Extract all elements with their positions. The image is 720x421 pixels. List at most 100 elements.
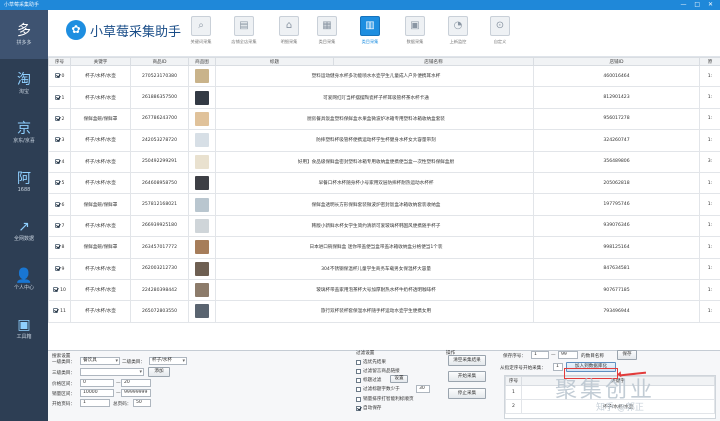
start-page-input[interactable]: 1 <box>80 399 110 407</box>
sidebar: 多拼多多淘淘宝京京东/京喜阿 1688 ↗ 全网数据 👤 个人中心 ▣ 工具箱 <box>0 10 48 421</box>
pdd-icon: 多 <box>17 23 31 39</box>
category1-select[interactable]: 餐饮具 <box>80 357 120 365</box>
toolbox-icon: ▣ <box>17 317 31 333</box>
row-checkbox[interactable] <box>53 308 59 314</box>
sidebar-item-5[interactable]: 👤 个人中心 <box>0 255 48 304</box>
sidebar-item-1[interactable]: 淘淘宝 <box>0 59 48 108</box>
sidebar-item-2[interactable]: 京京东/京喜 <box>0 108 48 157</box>
price-from-input[interactable]: 0 <box>80 379 114 387</box>
column-header[interactable]: 商品图 <box>188 57 216 66</box>
sidebar-item-4[interactable]: ↗ 全网数据 <box>0 206 48 255</box>
column-header[interactable]: 序号 <box>48 57 71 66</box>
row-checkbox[interactable] <box>54 201 60 207</box>
start-from-input[interactable]: 1 <box>553 363 563 371</box>
row-keyword: 杯子/水杯/水壶 <box>70 300 131 323</box>
title-filter-settings-button[interactable]: 设置 <box>390 375 408 383</box>
column-header[interactable]: 原 <box>699 57 720 66</box>
stop-collect-button[interactable]: 停止采集 <box>448 388 486 399</box>
tool-button-3[interactable]: ▦ 类目采集 <box>312 16 342 45</box>
row-checkbox[interactable] <box>54 265 60 271</box>
sidebar-item-label: 1688 <box>17 186 31 193</box>
row-checkbox[interactable] <box>53 287 59 293</box>
save-seq-label: 保存序号： <box>503 354 526 359</box>
filter-option-2[interactable]: 标题过滤 <box>356 377 381 383</box>
sidebar-item-6[interactable]: ▣ 工具箱 <box>0 304 48 353</box>
row-checkbox[interactable] <box>54 222 60 228</box>
table-row[interactable]: 7 杯子/水杯/水壶 266939925180 韩版小新鲜水杯女学生简约清新可爱玻璃杯… <box>48 214 720 238</box>
filter-label: 销量排序打智能利标顺页 <box>363 397 414 402</box>
add-category-button[interactable]: 添加 <box>148 367 170 377</box>
column-header[interactable]: 店铺ID <box>533 57 700 66</box>
price-dash: — <box>116 381 121 386</box>
category2-select[interactable]: 杯子/水杯 <box>149 357 187 365</box>
filter-checkbox[interactable] <box>356 405 361 411</box>
row-checkbox[interactable] <box>54 94 60 100</box>
tool-label: 上新监控 <box>449 39 467 44</box>
app-logo: ✿ 小草莓采集助手 <box>66 20 181 40</box>
table-row[interactable]: 3 杯子/水杯/水壶 242053278720 防摔塑料杯吸管杯便携运动杯学生杯健身水… <box>48 129 720 152</box>
row-product-id: 266939925180 <box>130 214 189 238</box>
row-title: 好用】食品级保鲜盒密封塑料冰箱专用收纳盒便携便当盒一次性塑料保鲜盒厨 <box>215 150 534 173</box>
row-extra: 1: <box>699 171 720 195</box>
table-row[interactable]: 1 杯子/水杯/水壶 261886357500 可爱网红叮当杯摆摆陶瓷杯子杯耳吸管杯茶… <box>48 86 720 109</box>
table-row[interactable]: 9 杯子/水杯/水壶 262003212730 304不锈钢保温杯儿童学生商务车载男女… <box>48 257 720 280</box>
clear-results-button[interactable]: 清空采集结果 <box>448 355 486 366</box>
category3-label: 三级类目： <box>52 371 75 376</box>
category3-select[interactable] <box>80 368 144 376</box>
sidebar-item-0[interactable]: 多拼多多 <box>0 10 48 59</box>
row-checkbox[interactable] <box>54 73 60 79</box>
filter-checkbox[interactable] <box>356 396 361 402</box>
table-row[interactable]: 6 保鲜盒碗/保鲜罩 257812168021 保鲜盒透明长方形保鲜套装微波炉密封饭盒… <box>48 193 720 216</box>
total-pages-input[interactable]: 50 <box>133 399 151 407</box>
filter-checkbox[interactable] <box>356 377 361 383</box>
row-shop-id: 956017278 <box>533 107 700 131</box>
window-controls[interactable]: — □ ✕ <box>680 0 716 10</box>
row-thumb-cell <box>188 278 216 302</box>
table-row[interactable]: 8 保鲜盒碗/保鲜罩 263457017772 日本进口碗保鲜盒 迷你带盖便当盒带盖冰… <box>48 236 720 259</box>
row-checkbox[interactable] <box>54 180 60 186</box>
row-checkbox[interactable] <box>54 244 60 250</box>
row-keyword: 杯子/水杯/水壶 <box>70 171 131 195</box>
title-length-input[interactable]: 30 <box>416 385 430 393</box>
column-header[interactable]: 标题 <box>215 57 334 66</box>
filter-option-5[interactable]: 自动保存 <box>356 405 381 411</box>
column-header[interactable]: 店铺名称 <box>333 57 534 66</box>
column-header[interactable]: 关键字 <box>70 57 131 66</box>
sales-to-input[interactable]: 99999999 <box>121 389 151 397</box>
filter-checkbox[interactable] <box>356 359 361 365</box>
table-row[interactable]: 11 杯子/水杯/水壶 265072803550 旅行双杯装杯套保温水杯随手杯运动水壶… <box>48 300 720 323</box>
tool-button-7[interactable]: ⊙ 自定义 <box>485 16 515 45</box>
tool-button-6[interactable]: ◔ 上新监控 <box>443 16 473 45</box>
row-checkbox[interactable] <box>54 137 60 143</box>
row-checkbox[interactable] <box>54 158 60 164</box>
row-seq-cell: 0 <box>48 64 71 88</box>
filter-checkbox[interactable] <box>356 386 361 392</box>
filter-option-1[interactable]: 过滤留言商品链接 <box>356 368 400 374</box>
sidebar-item-3[interactable]: 阿 1688 <box>0 157 48 206</box>
row-seq: 9 <box>61 266 65 272</box>
sales-from-input[interactable]: 10000 <box>80 389 114 397</box>
save-to-input[interactable]: 99 <box>558 351 578 359</box>
table-row[interactable]: 10 杯子/水杯/水壶 224280398442 玻璃杯带盖家用泡茶杯大号加厚耐热水杯… <box>48 278 720 302</box>
column-header[interactable]: 商品ID <box>130 57 189 66</box>
start-page-label: 开始页码： <box>52 402 75 407</box>
save-button[interactable]: 保存 <box>617 350 637 360</box>
filter-option-4[interactable]: 销量排序打智能利标顺页 <box>356 396 414 402</box>
filter-option-3[interactable]: 过滤标题字数少于 <box>356 386 400 392</box>
row-product-id: 250492299291 <box>130 150 189 173</box>
row-checkbox[interactable] <box>54 115 60 121</box>
table-row[interactable]: 2 保鲜盒碗/保鲜罩 267786243700 厨房餐具饭盒塑料保鲜盒水果盒微波炉冰箱… <box>48 107 720 131</box>
save-from-input[interactable]: 1 <box>531 351 549 359</box>
start-collect-button[interactable]: 开始采集 <box>448 371 486 382</box>
tool-button-2[interactable]: ⌂ 明细采集 <box>274 16 304 45</box>
filter-option-0[interactable]: 选优先结果 <box>356 359 386 365</box>
price-to-input[interactable]: 20 <box>121 379 151 387</box>
tool-button-1[interactable]: ▤ 店铺全店采集 <box>229 16 259 45</box>
tool-button-0[interactable]: ⌕ 关键词采集 <box>186 16 216 45</box>
tool-button-5[interactable]: ▣ 数据采集 <box>400 16 430 45</box>
filter-checkbox[interactable] <box>356 368 361 374</box>
table-row[interactable]: 4 杯子/水杯/水壶 250492299291 好用】食品级保鲜盒密封塑料冰箱专用收纳… <box>48 150 720 173</box>
tool-button-4[interactable]: ▥ 类目采集 <box>355 16 385 45</box>
table-row[interactable]: 0 杯子/水杯/水壶 270523170380 塑料运动健身水杯多功能喷水水壶学生儿童… <box>48 64 720 88</box>
table-row[interactable]: 5 杯子/水杯/水壶 264608958750 早餐口杯水杯随身杯小号家用双层防摔杯耐… <box>48 171 720 195</box>
